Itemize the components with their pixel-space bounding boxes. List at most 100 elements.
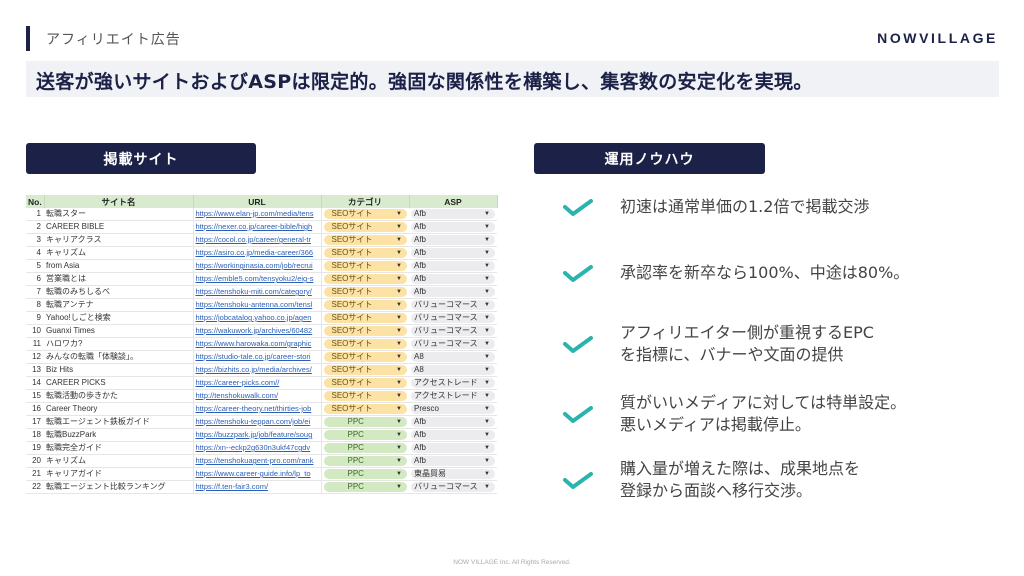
asp-dropdown[interactable]: Afb ▼ [411, 274, 495, 284]
category-dropdown[interactable]: SEOサイト ▼ [323, 300, 407, 310]
column-header-asp: ASP [409, 195, 498, 208]
asp-value: 東晶貿易 [414, 469, 446, 478]
asp-dropdown[interactable]: Afb ▼ [411, 222, 495, 232]
category-dropdown[interactable]: SEOサイト ▼ [323, 313, 407, 323]
dropdown-arrow-icon: ▼ [484, 445, 490, 451]
site-url-link[interactable]: https://tenshoku-antenna.com/tensl [192, 298, 322, 312]
asp-dropdown[interactable]: バリューコマース ▼ [411, 339, 495, 349]
category-dropdown[interactable]: SEOサイト ▼ [323, 209, 407, 219]
site-url-link[interactable]: https://f.ten-fair3.com/ [192, 480, 322, 494]
dropdown-arrow-icon: ▼ [396, 211, 402, 217]
category-value: PPC [347, 469, 364, 478]
category-dropdown[interactable]: PPC ▼ [323, 430, 407, 440]
check-icon [563, 265, 593, 282]
category-dropdown[interactable]: SEOサイト ▼ [323, 365, 407, 375]
site-url-link[interactable]: https://tenshoku-teppan.com/job/ei [192, 415, 322, 429]
asp-dropdown[interactable]: 東晶貿易 ▼ [411, 469, 495, 479]
asp-dropdown[interactable]: バリューコマース ▼ [411, 313, 495, 323]
asp-dropdown[interactable]: Afb ▼ [411, 430, 495, 440]
asp-dropdown[interactable]: バリューコマース ▼ [411, 326, 495, 336]
dropdown-arrow-icon: ▼ [396, 289, 402, 295]
asp-cell: A8 ▼ [409, 363, 497, 377]
category-cell: SEOサイト ▼ [321, 285, 409, 299]
asp-dropdown[interactable]: A8 ▼ [411, 352, 495, 362]
site-url-link[interactable]: https://cocol.co.jp/career/general-tr [192, 233, 322, 247]
row-number: 8 [26, 298, 44, 312]
asp-dropdown[interactable]: Afb ▼ [411, 209, 495, 219]
asp-dropdown[interactable]: Afb ▼ [411, 456, 495, 466]
site-url-link[interactable]: https://emble5.com/tensyoku2/eig-s [192, 272, 322, 286]
asp-value: A8 [414, 365, 424, 374]
asp-dropdown[interactable]: A8 ▼ [411, 365, 495, 375]
table-header-row: No. サイト名 URL カテゴリ ASP [26, 195, 498, 208]
asp-cell: Afb ▼ [409, 233, 497, 247]
site-url-link[interactable]: https://asiro.co.jp/media-career/366 [192, 246, 322, 260]
column-header-no: No. [26, 195, 45, 208]
site-url-link[interactable]: https://tenshoku-miti.com/category/ [192, 285, 322, 299]
category-dropdown[interactable]: SEOサイト ▼ [323, 287, 407, 297]
column-header-site-name: サイト名 [44, 195, 194, 208]
category-dropdown[interactable]: PPC ▼ [323, 482, 407, 492]
site-url-link[interactable]: https://jobcatalog.yahoo.co.jp/agen [192, 311, 322, 325]
category-dropdown[interactable]: PPC ▼ [323, 469, 407, 479]
category-value: PPC [347, 443, 364, 452]
site-url-link[interactable]: https://bizhits.co.jp/media/archives/ [192, 363, 322, 377]
category-dropdown[interactable]: SEOサイト ▼ [323, 391, 407, 401]
asp-dropdown[interactable]: アクセストレード ▼ [411, 391, 495, 401]
category-dropdown[interactable]: SEOサイト ▼ [323, 339, 407, 349]
category-dropdown[interactable]: PPC ▼ [323, 443, 407, 453]
asp-dropdown[interactable]: Afb ▼ [411, 443, 495, 453]
asp-dropdown[interactable]: Afb ▼ [411, 235, 495, 245]
asp-dropdown[interactable]: バリューコマース ▼ [411, 300, 495, 310]
asp-dropdown[interactable]: アクセストレード ▼ [411, 378, 495, 388]
site-url-link[interactable]: https://career-picks.com// [192, 376, 322, 390]
site-url-link[interactable]: https://nexer.co.jp/career-bible/high [192, 220, 322, 234]
site-name-cell: CAREER PICKS [44, 376, 193, 390]
category-dropdown[interactable]: PPC ▼ [323, 417, 407, 427]
dropdown-arrow-icon: ▼ [396, 250, 402, 256]
category-dropdown[interactable]: SEOサイト ▼ [323, 222, 407, 232]
site-url-link[interactable]: https://xn--eckp2g630n3ukf47cgdv [192, 441, 322, 455]
site-url-link[interactable]: https://buzzpark.jp/job/feature/soug [192, 428, 322, 442]
table-row: 9 Yahoo!しごと検索 https://jobcatalog.yahoo.co.… [26, 311, 497, 325]
site-url-link[interactable]: https://www.career-guide.info/lp_to [192, 467, 322, 481]
category-dropdown[interactable]: SEOサイト ▼ [323, 352, 407, 362]
dropdown-arrow-icon: ▼ [396, 263, 402, 269]
site-url-link[interactable]: https://wakuwork.jp/archives/60482 [192, 324, 322, 338]
table-row: 8 転職アンテナ https://tenshoku-antenna.com/tens… [26, 298, 497, 312]
asp-dropdown[interactable]: Afb ▼ [411, 261, 495, 271]
dropdown-arrow-icon: ▼ [484, 302, 490, 308]
table-row: 4 キャリズム https://asiro.co.jp/media-career/3… [26, 246, 497, 260]
row-number: 18 [26, 428, 44, 442]
row-number: 5 [26, 259, 44, 273]
asp-dropdown[interactable]: Afb ▼ [411, 248, 495, 258]
site-url-link[interactable]: https://career-theory.net/thirties-job [192, 402, 322, 416]
category-dropdown[interactable]: SEOサイト ▼ [323, 274, 407, 284]
section-accent-bar [26, 26, 30, 51]
category-value: SEOサイト [331, 313, 373, 322]
site-name-cell: 転職のみちしるべ [44, 285, 193, 299]
asp-dropdown[interactable]: バリューコマース ▼ [411, 482, 495, 492]
category-cell: SEOサイト ▼ [321, 389, 409, 403]
category-dropdown[interactable]: SEOサイト ▼ [323, 248, 407, 258]
asp-dropdown[interactable]: Afb ▼ [411, 417, 495, 427]
site-spreadsheet: No. サイト名 URL カテゴリ ASP 1 転職スター https://www.… [26, 195, 498, 494]
category-dropdown[interactable]: SEOサイト ▼ [323, 326, 407, 336]
site-url-link[interactable]: https://www.elan-jp.com/media/tens [192, 208, 322, 221]
category-value: SEOサイト [331, 222, 373, 231]
site-name-cell: 転職活動の歩きかた [44, 389, 193, 403]
site-url-link[interactable]: https://studio-tale.co.jp/career-stori [192, 350, 322, 364]
category-dropdown[interactable]: PPC ▼ [323, 456, 407, 466]
site-url-link[interactable]: http://tenshokuwalk.com/ [192, 389, 322, 403]
site-url-link[interactable]: https://workinginasia.com/job/recrui [192, 259, 322, 273]
category-dropdown[interactable]: SEOサイト ▼ [323, 235, 407, 245]
site-url-link[interactable]: https://www.harowaka.com/graphic [192, 337, 322, 351]
asp-dropdown[interactable]: Presco ▼ [411, 404, 495, 414]
category-dropdown[interactable]: SEOサイト ▼ [323, 404, 407, 414]
category-dropdown[interactable]: SEOサイト ▼ [323, 378, 407, 388]
category-cell: PPC ▼ [321, 454, 409, 468]
site-url-link[interactable]: https://tenshokuagent-pro.com/rank [192, 454, 322, 468]
category-cell: SEOサイト ▼ [321, 272, 409, 286]
category-dropdown[interactable]: SEOサイト ▼ [323, 261, 407, 271]
asp-dropdown[interactable]: Afb ▼ [411, 287, 495, 297]
